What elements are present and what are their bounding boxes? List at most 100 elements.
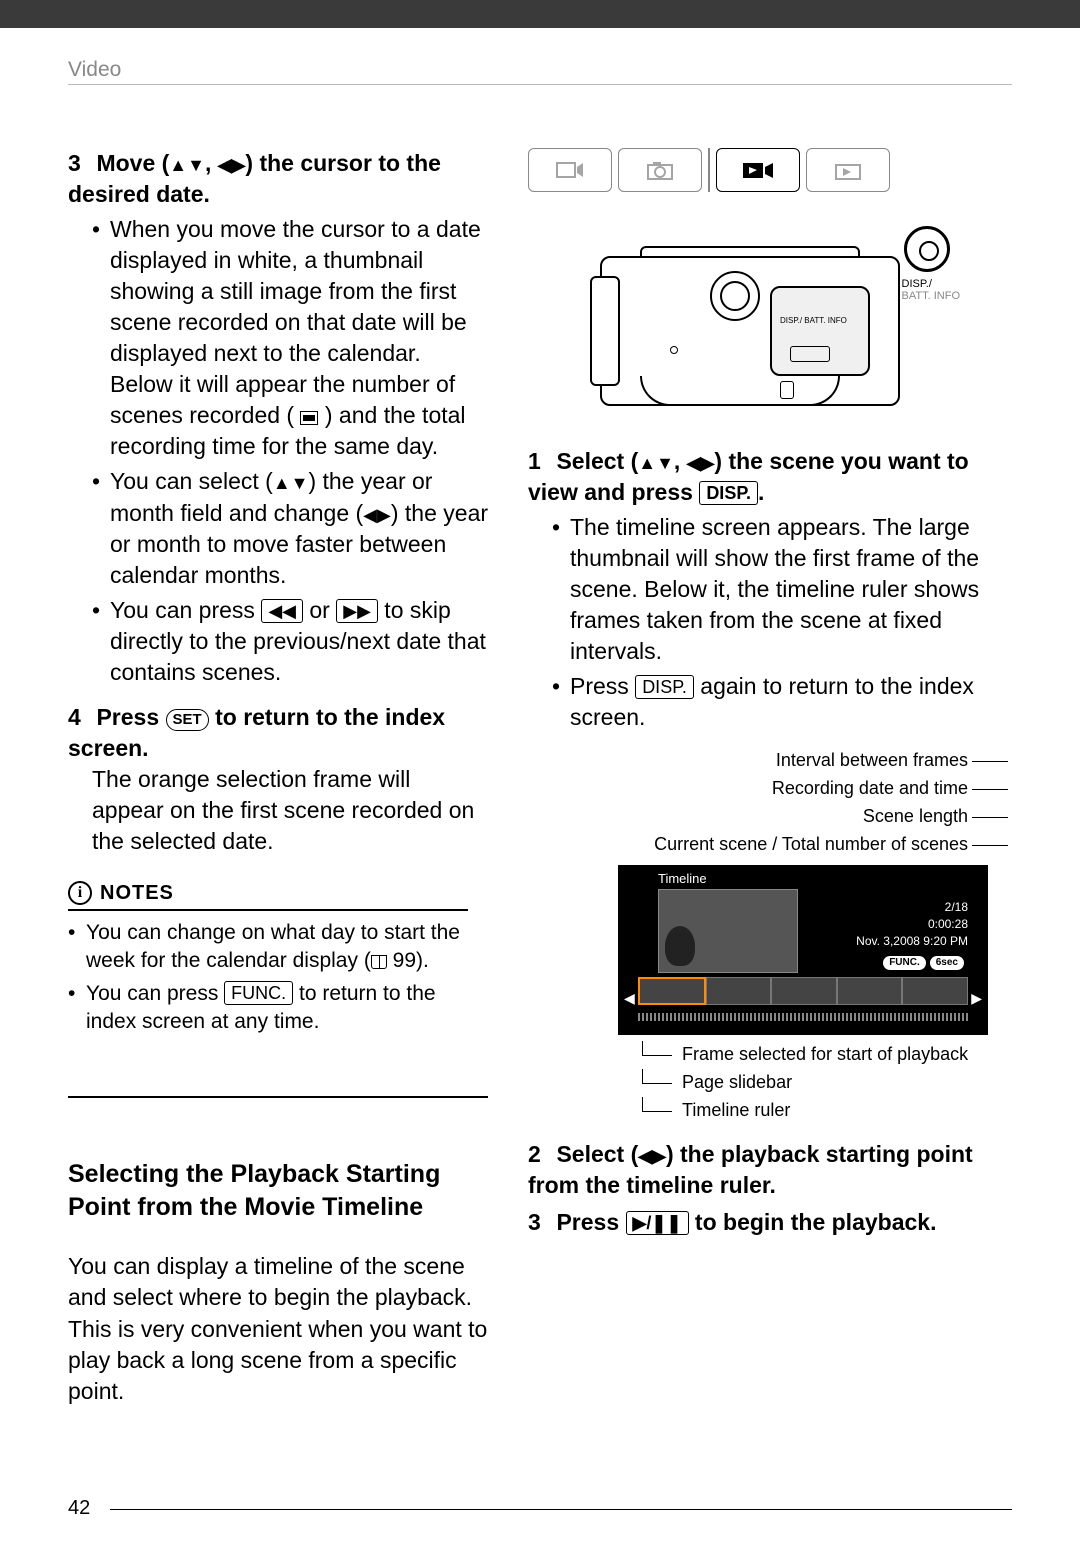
t: Select ( xyxy=(556,448,638,474)
section-header: Video xyxy=(68,58,121,82)
func-button-icon: FUNC. xyxy=(224,981,293,1005)
notes-heading: i NOTES xyxy=(68,881,488,905)
window-titlebar xyxy=(0,0,1080,28)
timeline-ruler xyxy=(638,977,968,1005)
cam-detail xyxy=(670,346,678,354)
step-body: The orange selection frame will appear o… xyxy=(92,764,488,857)
mode-photo-play-icon xyxy=(806,148,890,192)
document-page: Video 3 Move (▲▼, ◀▶) the cursor to the … xyxy=(0,28,1080,1560)
bullet: When you move the cursor to a date displ… xyxy=(92,214,488,462)
mode-movie-rec-icon xyxy=(528,148,612,192)
step-3: 3 Press ▶/❚❚ to begin the playback. xyxy=(528,1207,1012,1238)
leftright-icon: ◀▶ xyxy=(638,1146,666,1166)
cam-strap xyxy=(640,376,840,406)
label-ruler: Timeline ruler xyxy=(642,1097,1012,1125)
manual-ref-icon xyxy=(371,955,387,969)
bullet: You can select (▲▼) the year or month fi… xyxy=(92,466,488,590)
step-number: 2 xyxy=(528,1141,552,1168)
note-item: You can change on what day to start the … xyxy=(68,919,488,976)
right-column: DISP./ BATT. INFO DISP./ BATT. INFO 1 Se… xyxy=(528,148,1012,1238)
disp-button-highlight xyxy=(904,226,950,272)
cam-ring-inner xyxy=(720,281,750,311)
t: BATT. INFO xyxy=(902,290,960,302)
t: Press xyxy=(96,704,165,730)
timeline-bottom-labels: Frame selected for start of playback Pag… xyxy=(642,1041,1012,1125)
footer-rule xyxy=(110,1509,1012,1510)
cam-grip xyxy=(770,286,870,376)
mode-separator xyxy=(708,148,710,192)
camcorder-diagram: DISP./ BATT. INFO DISP./ BATT. INFO xyxy=(580,216,960,426)
t: or xyxy=(303,597,336,623)
t: When you move the cursor to a date displ… xyxy=(110,216,481,428)
step-title: Select (◀▶) the playback starting point … xyxy=(528,1141,973,1198)
timeline-diagram: Interval between frames Recording date a… xyxy=(552,747,1012,1124)
step-number: 3 xyxy=(528,1209,552,1236)
timeline-title: Timeline xyxy=(658,871,707,886)
t: You can press xyxy=(86,982,224,1005)
updown-icon: ▲▼ xyxy=(169,155,205,175)
step-3: 3 Move (▲▼, ◀▶) the cursor to the desire… xyxy=(68,148,488,688)
label-slidebar: Page slidebar xyxy=(642,1069,1012,1097)
meta-scene: 2/18 xyxy=(856,899,968,916)
section-body: You can display a timeline of the scene … xyxy=(68,1251,488,1406)
t: to begin the playback. xyxy=(689,1209,937,1235)
info-icon: i xyxy=(68,881,92,905)
step-1: 1 Select (▲▼, ◀▶) the scene you want to … xyxy=(528,446,1012,733)
disp-button-icon: DISP. xyxy=(635,675,694,699)
t: DISP. xyxy=(902,278,929,290)
play-pause-button-icon: ▶/❚❚ xyxy=(626,1211,689,1235)
label-selected-frame: Frame selected for start of playback xyxy=(642,1041,1012,1069)
timeline-thumbnail xyxy=(658,889,798,973)
label-length: Scene length xyxy=(552,803,968,831)
notes-list: You can change on what day to start the … xyxy=(68,919,488,1036)
t: Select ( xyxy=(556,1141,638,1167)
left-column: 3 Move (▲▼, ◀▶) the cursor to the desire… xyxy=(68,148,488,1407)
bullet: Press DISP. again to return to the index… xyxy=(552,671,1012,733)
leftright-icon: ◀▶ xyxy=(218,155,246,175)
bullet: The timeline screen appears. The large t… xyxy=(552,512,1012,667)
section-title: Selecting the Playback Starting Point fr… xyxy=(68,1158,488,1223)
notes-rule xyxy=(68,909,468,911)
label-scene-count: Current scene / Total number of scenes xyxy=(552,831,968,859)
t: Press xyxy=(570,673,635,699)
cam-detail xyxy=(790,346,830,362)
t: , xyxy=(674,448,687,474)
next-button-icon: ▶▶ xyxy=(336,599,378,623)
prev-button-icon: ◀◀ xyxy=(261,599,303,623)
header-rule xyxy=(68,84,1012,85)
section-rule xyxy=(68,1096,488,1098)
step-title: Press ▶/❚❚ to begin the playback. xyxy=(556,1209,936,1235)
step-title: Press SET to return to the index screen. xyxy=(68,704,445,761)
set-button-icon: SET xyxy=(166,709,209,731)
ruler-frame xyxy=(837,977,903,1005)
label-date: Recording date and time xyxy=(552,775,968,803)
ruler-frame xyxy=(771,977,837,1005)
step-number: 1 xyxy=(528,448,552,475)
page-slidebar xyxy=(638,1013,968,1021)
mode-movie-play-icon xyxy=(716,148,800,192)
t: Press xyxy=(556,1209,625,1235)
step-title: Select (▲▼, ◀▶) the scene you want to vi… xyxy=(528,448,969,505)
page-number: 42 xyxy=(68,1497,90,1520)
bullets: When you move the cursor to a date displ… xyxy=(92,214,488,688)
cam-inner-label: DISP./ BATT. INFO xyxy=(780,316,847,325)
meta-length: 0:00:28 xyxy=(856,916,968,933)
step-number: 4 xyxy=(68,704,92,731)
step-title: Move (▲▼, ◀▶) the cursor to the desired … xyxy=(68,150,441,207)
func-pill: FUNC. xyxy=(883,956,926,970)
scene-count-icon xyxy=(300,411,318,425)
t: You can select ( xyxy=(110,468,273,494)
step-4: 4 Press SET to return to the index scree… xyxy=(68,702,488,857)
bullets: The timeline screen appears. The large t… xyxy=(552,512,1012,733)
timeline-meta: 2/18 0:00:28 Nov. 3,2008 9:20 PM FUNC.6s… xyxy=(856,899,968,970)
t: You can press xyxy=(110,597,261,623)
t: . xyxy=(758,479,764,505)
step-number: 3 xyxy=(68,150,92,177)
ruler-right-arrow-icon: ▶ xyxy=(971,990,982,1007)
ruler-left-arrow-icon: ◀ xyxy=(624,990,635,1007)
timeline-screen: Timeline 2/18 0:00:28 Nov. 3,2008 9:20 P… xyxy=(618,865,988,1035)
step-2: 2 Select (◀▶) the playback starting poin… xyxy=(528,1139,1012,1201)
interval-pill: 6sec xyxy=(930,956,964,970)
leftright-icon: ◀▶ xyxy=(363,505,391,525)
ruler-frame xyxy=(706,977,772,1005)
